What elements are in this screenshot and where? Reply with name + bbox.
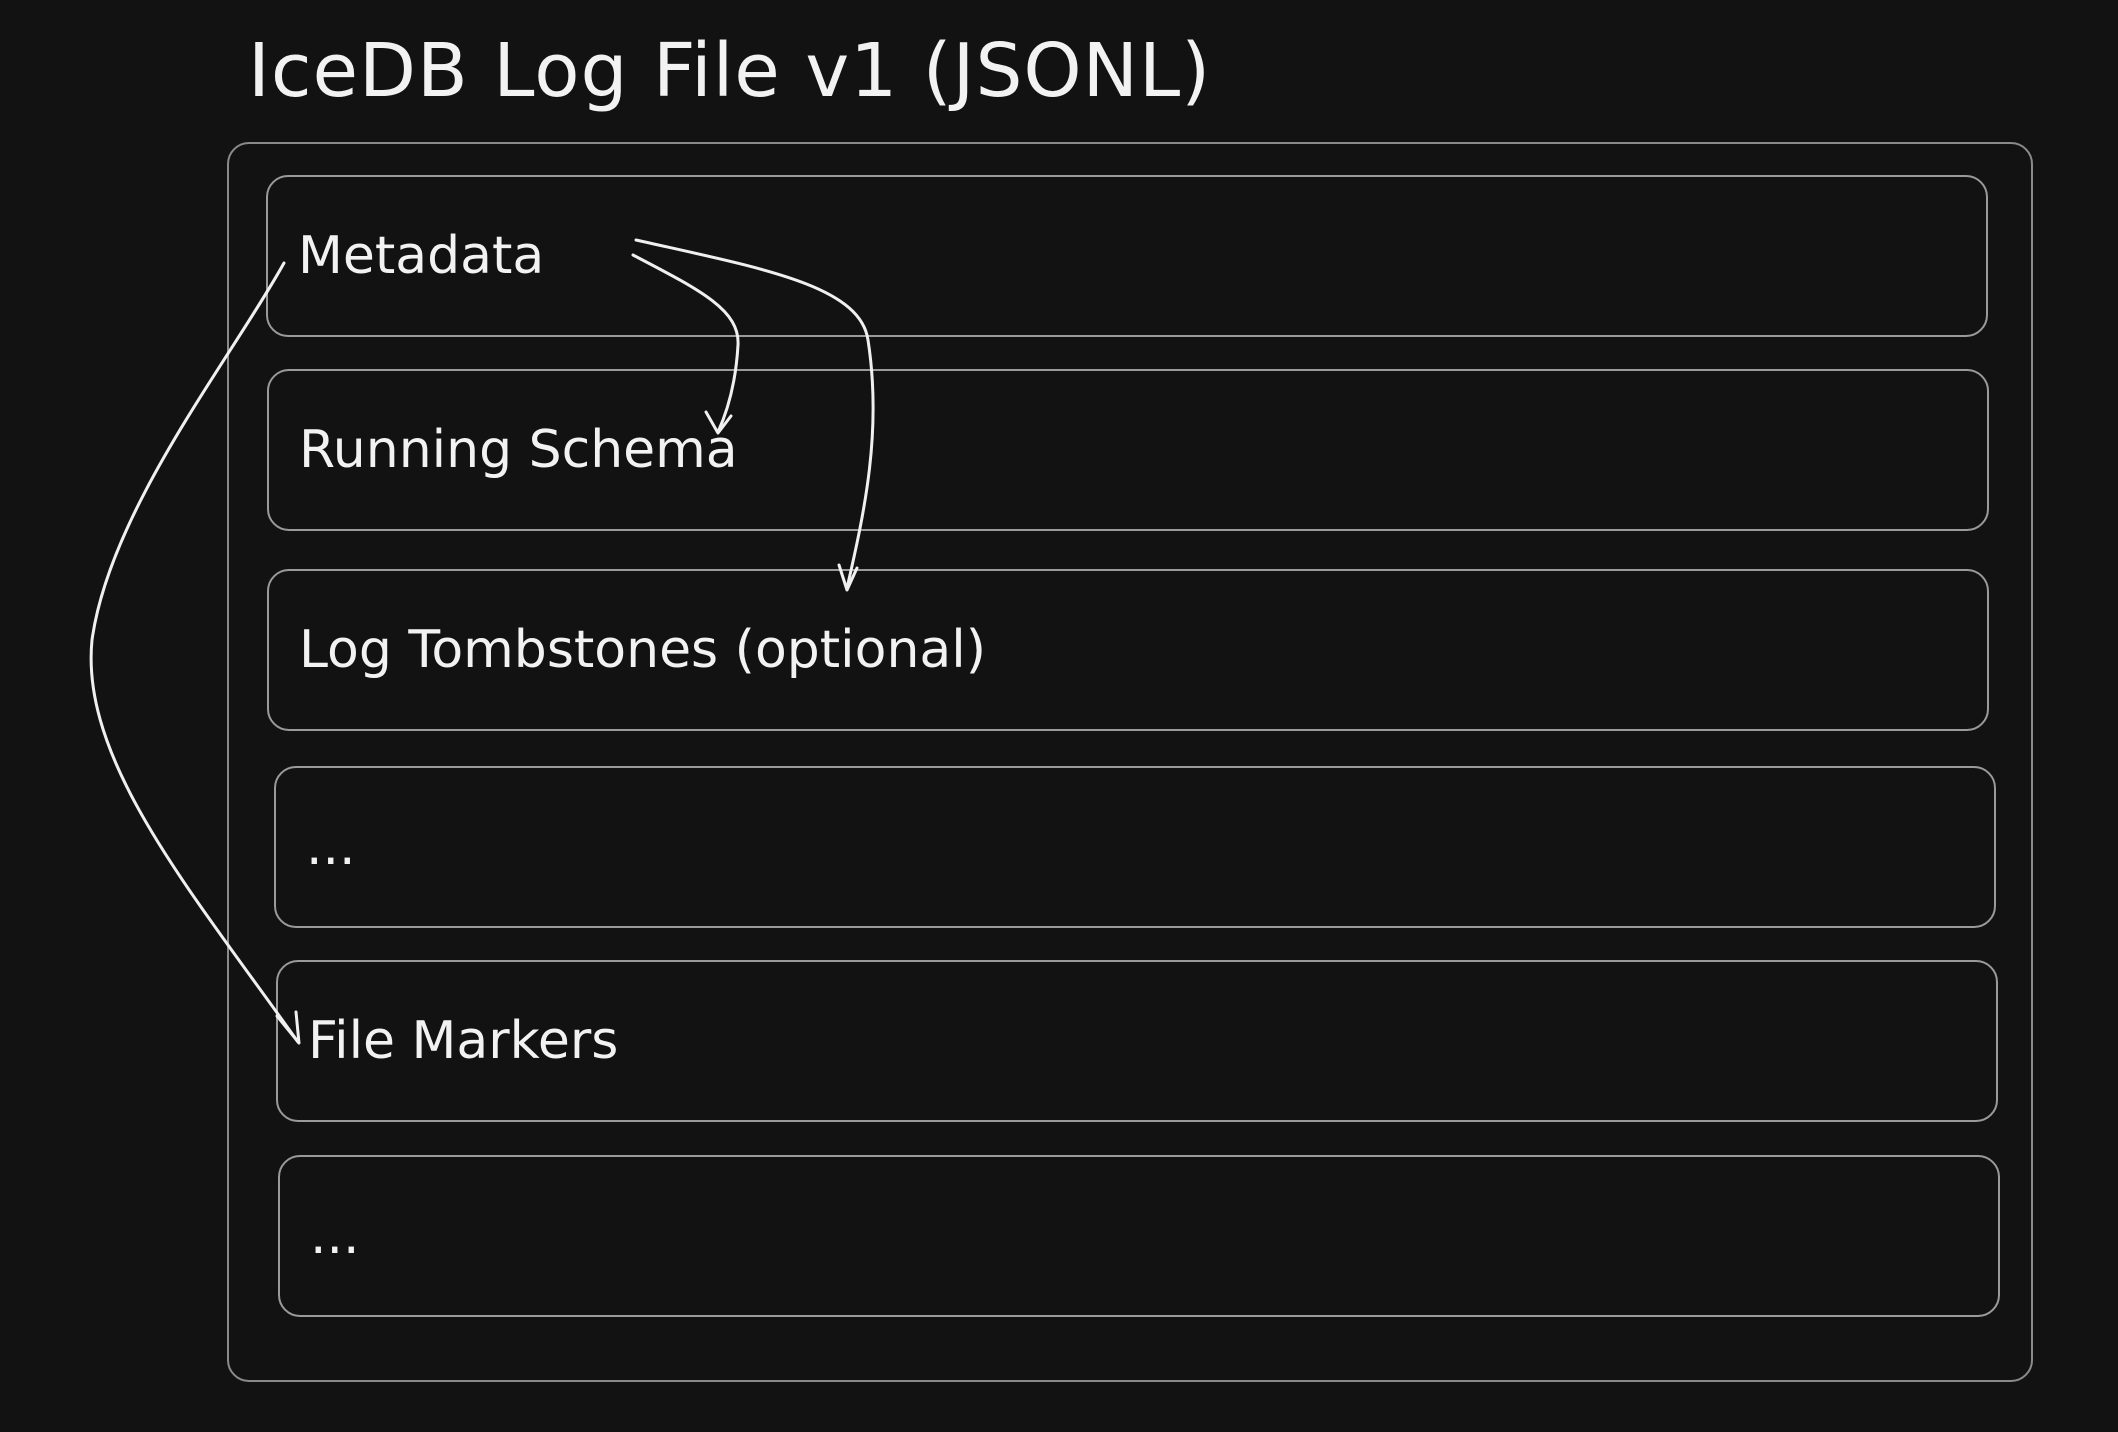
row-ellipsis-1-label: ...: [306, 817, 356, 877]
row-log-tombstones: Log Tombstones (optional): [267, 569, 1989, 731]
row-ellipsis-2-label: ...: [310, 1206, 360, 1266]
row-metadata-label: Metadata: [298, 226, 545, 286]
diagram-title: IceDB Log File v1 (JSONL): [248, 28, 1212, 114]
row-running-schema: Running Schema: [267, 369, 1989, 531]
row-ellipsis-2: ...: [278, 1155, 2000, 1317]
row-file-markers-label: File Markers: [308, 1011, 619, 1071]
row-metadata: Metadata: [266, 175, 1988, 337]
row-log-tombstones-label: Log Tombstones (optional): [299, 620, 986, 680]
row-ellipsis-1: ...: [274, 766, 1996, 928]
row-running-schema-label: Running Schema: [299, 420, 738, 480]
row-file-markers: File Markers: [276, 960, 1998, 1122]
